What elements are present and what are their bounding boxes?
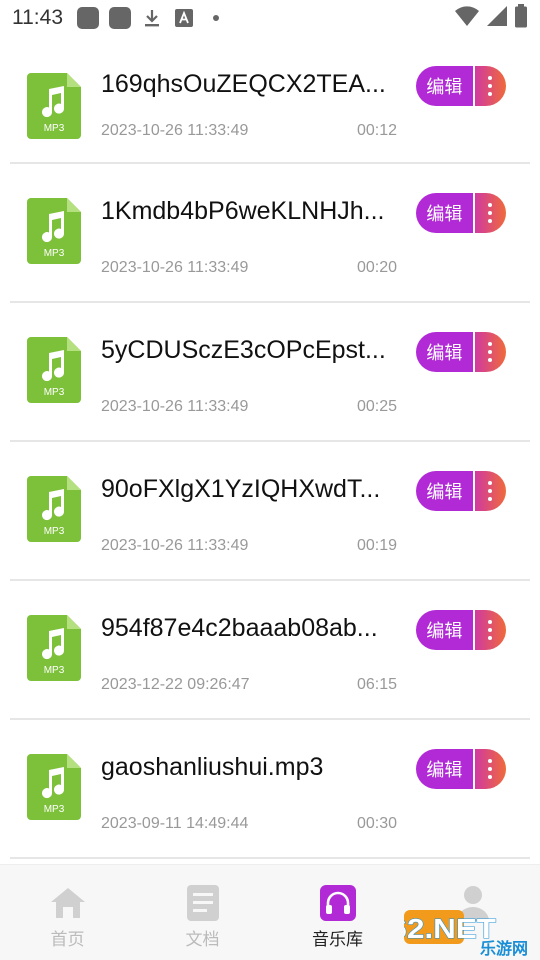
edit-button[interactable]: 编辑 — [416, 471, 473, 511]
app-notification-icon — [77, 7, 99, 29]
file-duration: 06:15 — [357, 676, 398, 693]
tab-label: 音乐库 — [312, 930, 363, 949]
file-actions: 编辑 — [416, 193, 506, 233]
edit-button[interactable]: 编辑 — [416, 610, 473, 650]
tab-label: 文档 — [185, 930, 220, 949]
file-duration: 00:30 — [357, 815, 398, 832]
file-actions: 编辑 — [416, 332, 506, 372]
more-notifications-dot-icon — [205, 7, 227, 29]
list-item[interactable]: MP3 gaoshanliushui.mp3 2023-09-11 14:49:… — [10, 720, 530, 859]
document-icon — [184, 885, 222, 921]
file-duration: 00:25 — [357, 398, 398, 415]
file-type-label: MP3 — [44, 387, 65, 398]
tab-label: 首页 — [50, 930, 85, 949]
watermark-logo: 962.NET 乐游网 — [404, 910, 528, 956]
mp3-file-icon: MP3 — [27, 615, 81, 681]
mp3-file-icon: MP3 — [27, 754, 81, 820]
file-type-label: MP3 — [44, 665, 65, 676]
status-bar: 11:43 — [0, 0, 540, 36]
file-name: 954f87e4c2baaab08ab... — [101, 614, 378, 642]
file-type-label: MP3 — [44, 123, 65, 134]
file-actions: 编辑 — [416, 66, 506, 106]
status-time: 11:43 — [12, 6, 63, 29]
edit-button[interactable]: 编辑 — [416, 749, 473, 789]
file-type-label: MP3 — [44, 526, 65, 537]
file-type-label: MP3 — [44, 804, 65, 815]
signal-icon — [486, 5, 508, 32]
file-date: 2023-10-26 11:33:49 — [101, 537, 249, 554]
file-date: 2023-10-26 11:33:49 — [101, 259, 249, 276]
download-icon — [141, 7, 163, 29]
wifi-icon — [454, 5, 480, 32]
file-duration: 00:20 — [357, 259, 398, 276]
more-options-button[interactable] — [474, 471, 506, 511]
more-options-button[interactable] — [474, 66, 506, 106]
file-duration: 00:19 — [357, 537, 398, 554]
home-icon — [49, 885, 87, 921]
music-file-list[interactable]: MP3 169qhsOuZEQCX2TEA... 2023-10-26 11:3… — [0, 36, 540, 864]
tab-home[interactable]: 首页 — [0, 865, 135, 960]
edit-button[interactable]: 编辑 — [416, 66, 473, 106]
file-date: 2023-10-26 11:33:49 — [101, 398, 249, 415]
list-item[interactable]: MP3 1Kmdb4bP6weKLNHJh... 2023-10-26 11:3… — [10, 164, 530, 303]
font-a-icon — [173, 7, 195, 29]
file-name: gaoshanliushui.mp3 — [101, 753, 324, 781]
list-item[interactable]: MP3 169qhsOuZEQCX2TEA... 2023-10-26 11:3… — [10, 36, 530, 164]
file-date: 2023-12-22 09:26:47 — [101, 676, 250, 693]
mp3-file-icon: MP3 — [27, 337, 81, 403]
headphones-icon — [319, 885, 357, 921]
tab-music-library[interactable]: 音乐库 — [270, 865, 405, 960]
file-actions: 编辑 — [416, 610, 506, 650]
file-actions: 编辑 — [416, 471, 506, 511]
file-duration: 00:12 — [357, 122, 398, 139]
watermark-text: 962.NET — [404, 913, 496, 944]
app-notification-icon — [109, 7, 131, 29]
mp3-file-icon: MP3 — [27, 476, 81, 542]
more-options-button[interactable] — [474, 332, 506, 372]
list-item[interactable]: MP3 90oFXlgX1YzIQHXwdT... 2023-10-26 11:… — [10, 442, 530, 581]
more-options-button[interactable] — [474, 193, 506, 233]
file-date: 2023-09-11 14:49:44 — [101, 815, 249, 832]
more-options-button[interactable] — [474, 749, 506, 789]
edit-button[interactable]: 编辑 — [416, 332, 473, 372]
battery-icon — [514, 3, 528, 33]
file-name: 5yCDUSczE3cOPcEpst... — [101, 336, 386, 364]
mp3-file-icon: MP3 — [27, 198, 81, 264]
list-item[interactable]: MP3 5yCDUSczE3cOPcEpst... 2023-10-26 11:… — [10, 303, 530, 442]
more-options-button[interactable] — [474, 610, 506, 650]
file-name: 1Kmdb4bP6weKLNHJh... — [101, 197, 385, 225]
tab-documents[interactable]: 文档 — [135, 865, 270, 960]
file-name: 90oFXlgX1YzIQHXwdT... — [101, 475, 381, 503]
watermark-subtext: 乐游网 — [480, 939, 528, 956]
edit-button[interactable]: 编辑 — [416, 193, 473, 233]
list-item[interactable]: MP3 954f87e4c2baaab08ab... 2023-12-22 09… — [10, 581, 530, 720]
file-type-label: MP3 — [44, 248, 65, 259]
file-actions: 编辑 — [416, 749, 506, 789]
file-name: 169qhsOuZEQCX2TEA... — [101, 70, 386, 98]
mp3-file-icon: MP3 — [27, 73, 81, 139]
file-date: 2023-10-26 11:33:49 — [101, 122, 249, 139]
